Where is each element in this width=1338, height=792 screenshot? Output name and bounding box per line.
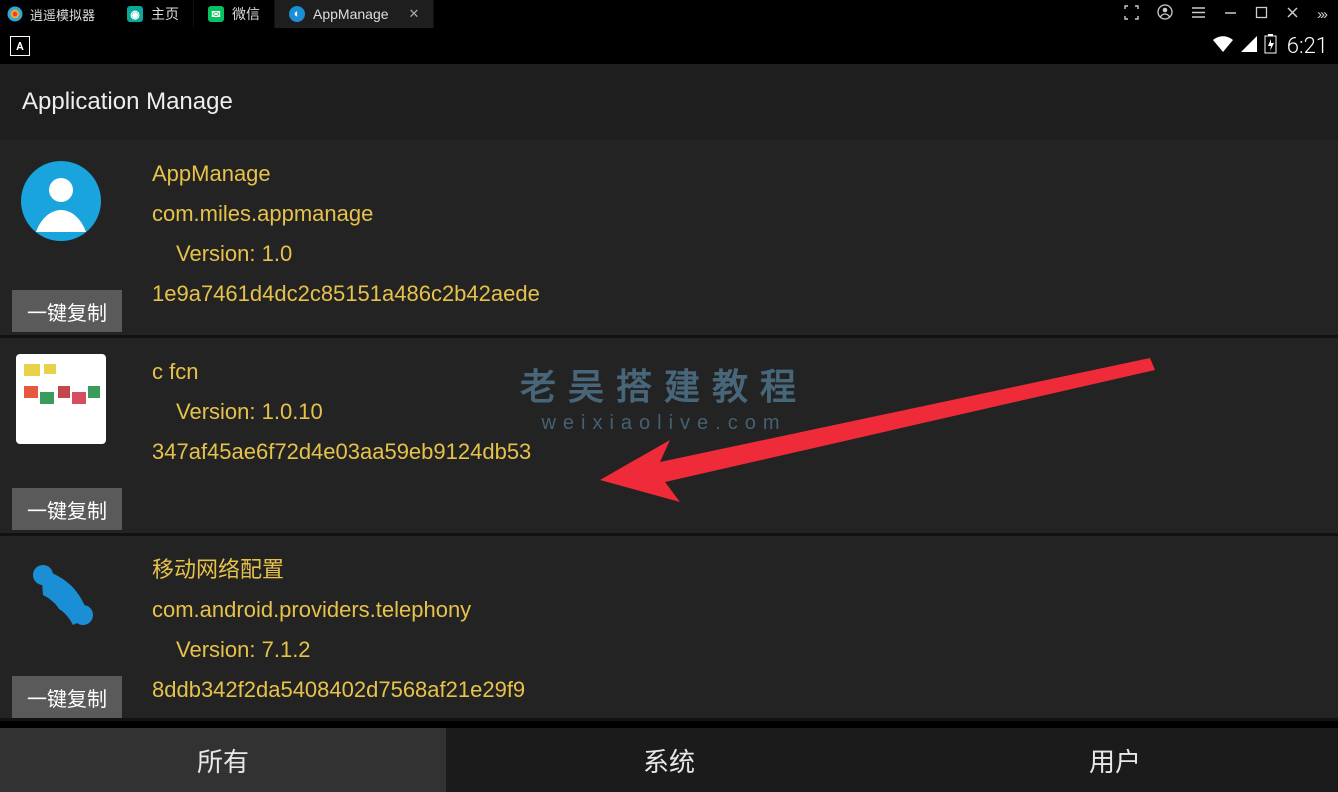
app-name: 移动网络配置: [152, 550, 525, 590]
app-package: com.android.providers.telephony: [152, 590, 525, 630]
tab-appmanage[interactable]: ◐ AppManage ✕: [275, 0, 434, 28]
maximize-icon[interactable]: [1255, 6, 1268, 23]
account-icon[interactable]: [1157, 4, 1173, 24]
menu-icon[interactable]: [1191, 5, 1206, 24]
wifi-icon: [1212, 34, 1234, 58]
copy-button[interactable]: 一键复制: [12, 290, 122, 332]
tab-home[interactable]: ◉ 主页: [113, 0, 194, 28]
home-icon: ◉: [127, 6, 143, 22]
nav-user[interactable]: 用户: [892, 728, 1338, 792]
tab-label: AppManage: [313, 6, 389, 22]
app-version: Version: 1.0: [152, 234, 540, 274]
app-list: 一键复制 AppManage com.miles.appmanage Versi…: [0, 140, 1338, 721]
close-icon[interactable]: ✕: [409, 6, 420, 22]
window-controls: ›››: [1112, 4, 1338, 24]
app-signature: 8ddb342f2da5408402d7568af21e29f9: [152, 670, 525, 710]
app-row[interactable]: 一键复制 AppManage com.miles.appmanage Versi…: [0, 140, 1338, 338]
more-icon[interactable]: ›››: [1317, 6, 1326, 23]
copy-button[interactable]: 一键复制: [12, 488, 122, 530]
app-signature: 347af45ae6f72d4e03aa59eb9124db53: [152, 432, 531, 472]
window-close-icon[interactable]: [1286, 6, 1299, 23]
fullscreen-icon[interactable]: [1124, 5, 1139, 24]
bottom-nav: 所有 系统 用户: [0, 728, 1338, 792]
app-signature: 1e9a7461d4dc2c85151a486c2b42aede: [152, 274, 540, 314]
app-package: com.miles.appmanage: [152, 194, 540, 234]
app-row[interactable]: 一键复制 c fcn Version: 1.0.10 347af45ae6f72…: [0, 338, 1338, 536]
emulator-title: 逍遥模拟器: [30, 5, 95, 24]
signal-icon: [1240, 34, 1258, 58]
tab-strip: ◉ 主页 ✉ 微信 ◐ AppManage ✕: [113, 0, 434, 28]
nav-system[interactable]: 系统: [446, 728, 892, 792]
emulator-titlebar: 逍遥模拟器 ◉ 主页 ✉ 微信 ◐ AppManage ✕ ›››: [0, 0, 1338, 28]
android-statusbar: A 6:21: [0, 28, 1338, 64]
emulator-logo-icon: [6, 5, 24, 23]
clock: 6:21: [1287, 34, 1328, 59]
app-icon: [16, 156, 106, 246]
wechat-icon: ✉: [208, 6, 224, 22]
app-version: Version: 7.1.2: [152, 630, 525, 670]
copy-button[interactable]: 一键复制: [12, 676, 122, 718]
page-title: Application Manage: [0, 64, 1338, 140]
tab-wechat[interactable]: ✉ 微信: [194, 0, 275, 28]
battery-icon: [1264, 34, 1277, 59]
tab-label: 微信: [232, 4, 260, 24]
app-icon: [16, 354, 106, 444]
appmanage-icon: ◐: [289, 6, 305, 22]
app-name: AppManage: [152, 154, 540, 194]
app-icon: [16, 552, 106, 642]
app-badge-icon: A: [10, 36, 30, 56]
app-package: c fcn: [152, 352, 531, 392]
nav-all[interactable]: 所有: [0, 728, 446, 792]
tab-label: 主页: [151, 4, 179, 24]
app-row[interactable]: 一键复制 移动网络配置 com.android.providers.teleph…: [0, 536, 1338, 721]
minimize-icon[interactable]: [1224, 6, 1237, 23]
app-version: Version: 1.0.10: [152, 392, 531, 432]
